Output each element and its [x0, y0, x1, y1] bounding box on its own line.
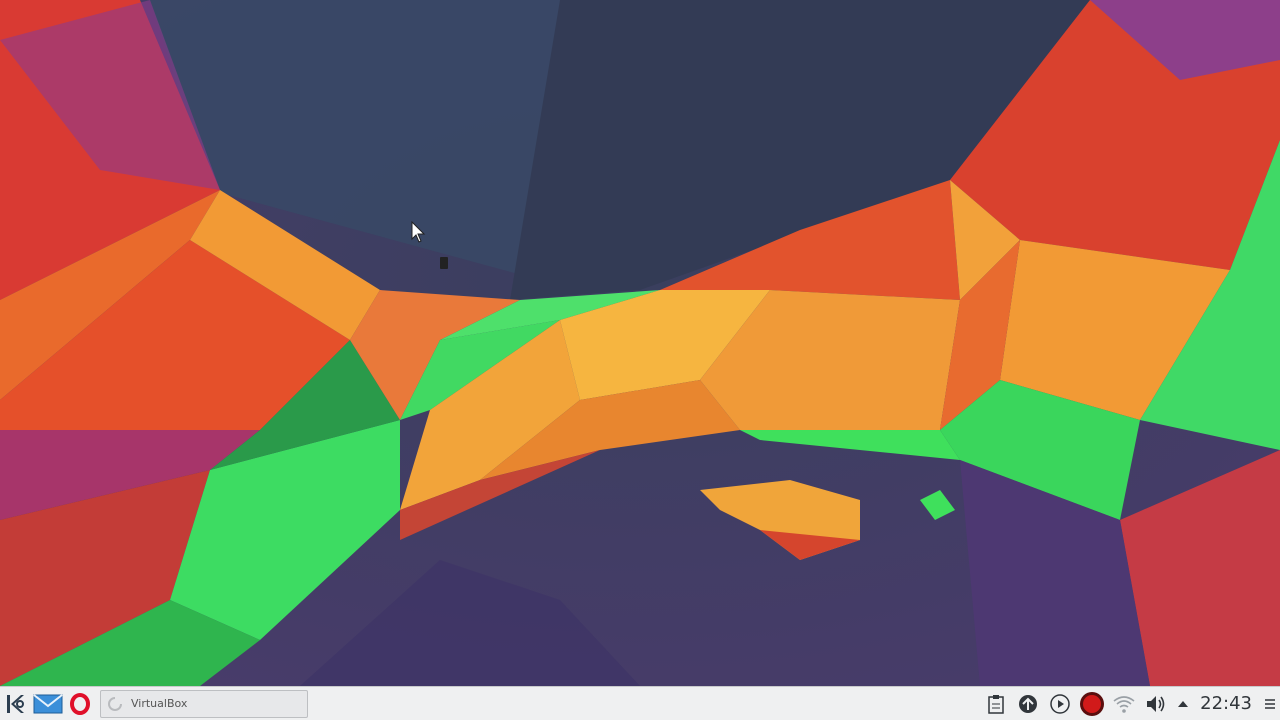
media-player-icon: [1050, 693, 1070, 714]
panel-menu-button[interactable]: [1260, 688, 1280, 720]
mouse-cursor-icon: [411, 221, 426, 243]
media-player-button[interactable]: [1044, 688, 1076, 720]
updates-button[interactable]: [1012, 688, 1044, 720]
package-updates-icon: [1019, 694, 1038, 713]
expand-tray-arrow-icon: [1178, 700, 1189, 707]
kde-menu-icon: [7, 694, 24, 713]
clipboard-button[interactable]: [980, 688, 1012, 720]
system-tray: 22:43: [980, 688, 1280, 720]
mail-launcher-button[interactable]: [32, 688, 64, 720]
application-launcher-button[interactable]: [0, 688, 32, 720]
volume-icon: [1147, 695, 1165, 712]
record-button[interactable]: [1076, 688, 1108, 720]
task-label: VirtualBox: [131, 697, 188, 710]
volume-button[interactable]: [1140, 688, 1172, 720]
digital-clock[interactable]: 22:43: [1200, 693, 1252, 714]
opera-icon: [70, 692, 90, 715]
panel-menu-icon: [1265, 698, 1275, 709]
record-icon: [1080, 691, 1105, 716]
opera-launcher-button[interactable]: [64, 688, 96, 720]
desktop-wallpaper[interactable]: [0, 0, 1280, 686]
clipboard-icon: [988, 694, 1004, 714]
wifi-icon: [1113, 695, 1135, 713]
loading-spinner-icon: [108, 696, 122, 711]
network-button[interactable]: [1108, 688, 1140, 720]
taskbar-panel: VirtualBox 22:43: [0, 686, 1280, 720]
task-virtualbox[interactable]: VirtualBox: [100, 689, 308, 718]
busy-indicator-icon: [440, 257, 448, 269]
show-hidden-icons-button[interactable]: [1172, 688, 1194, 720]
mail-icon: [33, 693, 63, 713]
